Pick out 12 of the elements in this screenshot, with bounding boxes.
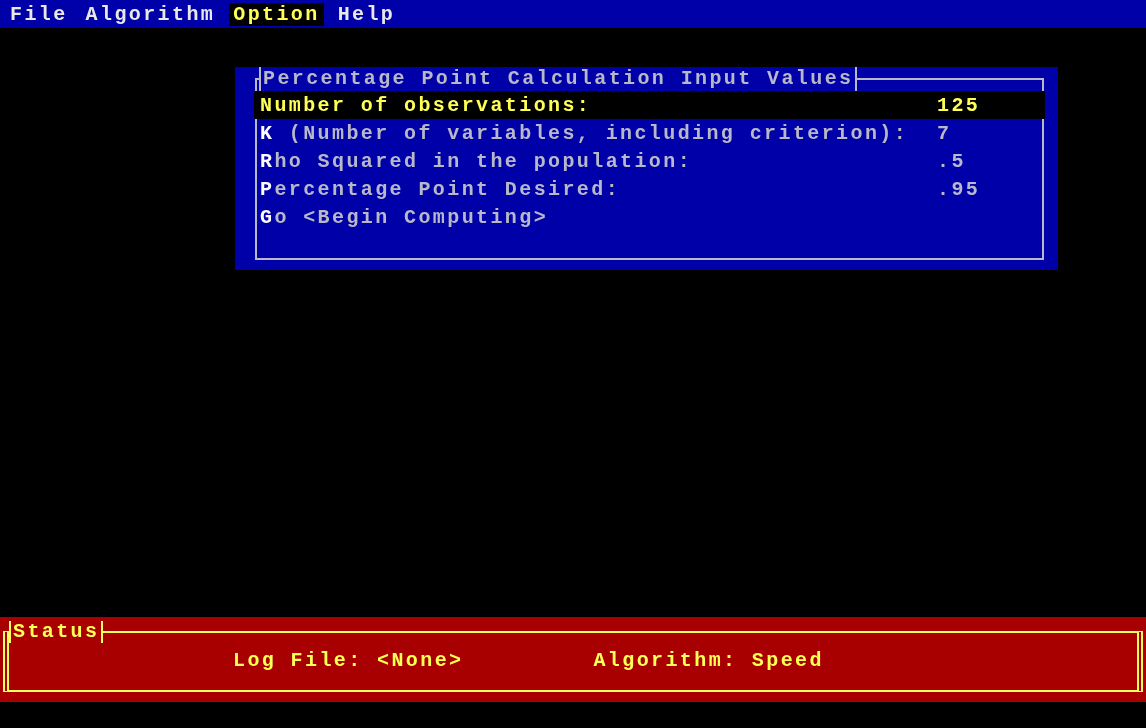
- input-row[interactable]: Rho Squared in the population: .5: [254, 147, 1045, 175]
- algorithm-status: Algorithm: Speed: [593, 649, 824, 674]
- input-row[interactable]: Percentage Point Desired: .95: [254, 175, 1045, 203]
- menu-item[interactable]: File: [6, 2, 72, 26]
- log-file-status: Log File: <None>: [233, 649, 464, 674]
- go-command[interactable]: Go <Begin Computing>: [254, 203, 1045, 231]
- status-title: Status: [9, 621, 104, 643]
- input-row[interactable]: Number of observations: 125: [254, 91, 1045, 119]
- menu-item[interactable]: Help: [333, 2, 400, 26]
- input-row[interactable]: K (Number of variables, including criterion): 7: [254, 119, 1045, 147]
- menu-item[interactable]: Algorithm: [81, 2, 220, 26]
- menu-item[interactable]: Option: [229, 2, 324, 26]
